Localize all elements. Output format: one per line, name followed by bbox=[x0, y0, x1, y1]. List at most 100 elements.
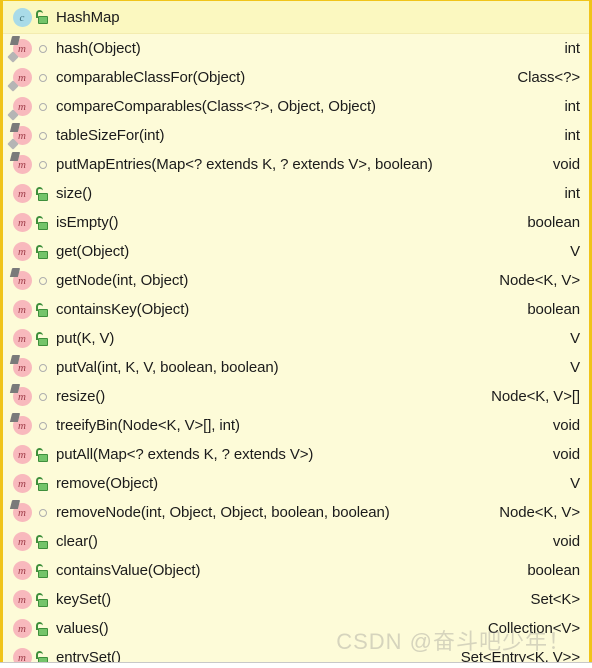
method-icon: m bbox=[11, 647, 33, 662]
dot-private-icon bbox=[34, 156, 51, 174]
member-type-label: V bbox=[570, 243, 580, 260]
static-marker-icon bbox=[9, 123, 20, 132]
method-icon: m bbox=[11, 299, 33, 321]
class-name-label: HashMap bbox=[56, 8, 120, 26]
member-type-label: Collection<V> bbox=[487, 620, 580, 637]
member-type-label: boolean bbox=[527, 562, 580, 579]
member-row[interactable]: m hash(Object) int bbox=[3, 34, 589, 63]
method-icon: m bbox=[11, 241, 33, 263]
member-name-label: treeifyBin(Node<K, V>[], int) bbox=[56, 417, 240, 434]
static-marker-icon bbox=[9, 413, 20, 422]
member-row[interactable]: m get(Object) V bbox=[3, 237, 589, 266]
method-icon: m bbox=[9, 268, 33, 292]
method-icon: m bbox=[11, 589, 33, 611]
static-marker-icon bbox=[9, 355, 20, 364]
member-name-label: putVal(int, K, V, boolean, boolean) bbox=[56, 359, 279, 376]
member-type-label: int bbox=[564, 127, 580, 144]
dot-private-icon bbox=[34, 359, 51, 377]
lock-open-icon bbox=[34, 591, 51, 609]
member-type-label: int bbox=[564, 185, 580, 202]
method-icon: m bbox=[9, 152, 33, 176]
member-name-label: values() bbox=[56, 620, 109, 637]
member-type-label: Node<K, V> bbox=[499, 272, 580, 289]
member-type-label: int bbox=[564, 40, 580, 57]
dot-private-icon bbox=[34, 127, 51, 145]
member-row[interactable]: m size() int bbox=[3, 179, 589, 208]
member-row[interactable]: m containsValue(Object) boolean bbox=[3, 556, 589, 585]
method-icon: m bbox=[9, 384, 33, 408]
lock-open-icon bbox=[34, 475, 51, 493]
member-row[interactable]: m keySet() Set<K> bbox=[3, 585, 589, 614]
member-type-label: Node<K, V>[] bbox=[491, 388, 580, 405]
method-icon: m bbox=[11, 328, 33, 350]
member-row[interactable]: m getNode(int, Object) Node<K, V> bbox=[3, 266, 589, 295]
method-icon: m bbox=[6, 96, 33, 121]
member-row[interactable]: m compareComparables(Class<?>, Object, Ob… bbox=[3, 92, 589, 121]
method-icon: m bbox=[6, 67, 33, 92]
member-name-label: getNode(int, Object) bbox=[56, 272, 189, 289]
member-row[interactable]: m putVal(int, K, V, boolean, boolean) V bbox=[3, 353, 589, 382]
final-marker-icon bbox=[6, 51, 19, 63]
method-icon: m bbox=[9, 355, 33, 379]
lock-open-icon bbox=[34, 562, 51, 580]
member-name-label: put(K, V) bbox=[56, 330, 115, 347]
member-name-label: compareComparables(Class<?>, Object, Obj… bbox=[56, 98, 376, 115]
dot-private-icon bbox=[34, 40, 51, 58]
static-marker-icon bbox=[9, 500, 20, 509]
member-name-label: tableSizeFor(int) bbox=[56, 127, 165, 144]
lock-open-icon bbox=[34, 243, 51, 261]
member-row[interactable]: m put(K, V) V bbox=[3, 324, 589, 353]
member-type-label: Set<K> bbox=[530, 591, 581, 608]
dot-private-icon bbox=[34, 388, 51, 406]
member-type-label: void bbox=[552, 446, 580, 463]
method-icon: m bbox=[11, 212, 33, 234]
member-row[interactable]: m entrySet() Set<Entry<K, V>> bbox=[3, 643, 589, 662]
member-name-label: clear() bbox=[56, 533, 98, 550]
member-type-label: boolean bbox=[527, 214, 580, 231]
member-name-label: containsValue(Object) bbox=[56, 562, 201, 579]
dot-private-icon bbox=[34, 504, 51, 522]
member-row[interactable]: m resize() Node<K, V>[] bbox=[3, 382, 589, 411]
member-name-label: isEmpty() bbox=[56, 214, 119, 231]
method-icon: m bbox=[11, 531, 33, 553]
structure-popup[interactable]: c HashMap m hash(Object) int m comparableCla… bbox=[0, 0, 592, 662]
static-marker-icon bbox=[9, 268, 20, 277]
member-row[interactable]: m comparableClassFor(Object) Class<?> bbox=[3, 63, 589, 92]
member-type-label: void bbox=[552, 417, 580, 434]
member-row[interactable]: m clear() void bbox=[3, 527, 589, 556]
panel-bottom-edge bbox=[0, 662, 592, 668]
dot-private-icon bbox=[34, 272, 51, 290]
member-name-label: remove(Object) bbox=[56, 475, 158, 492]
member-row[interactable]: m values() Collection<V> bbox=[3, 614, 589, 643]
member-row[interactable]: m treeifyBin(Node<K, V>[], int) void bbox=[3, 411, 589, 440]
member-name-label: removeNode(int, Object, Object, boolean,… bbox=[56, 504, 390, 521]
method-icon: m bbox=[9, 413, 33, 437]
member-name-label: get(Object) bbox=[56, 243, 130, 260]
final-marker-icon bbox=[6, 109, 19, 121]
member-type-label: Node<K, V> bbox=[499, 504, 580, 521]
member-type-label: void bbox=[552, 533, 580, 550]
member-row[interactable]: m isEmpty() boolean bbox=[3, 208, 589, 237]
lock-open-icon bbox=[34, 214, 51, 232]
member-row[interactable]: m remove(Object) V bbox=[3, 469, 589, 498]
method-icon: m bbox=[6, 123, 33, 150]
member-name-label: comparableClassFor(Object) bbox=[56, 69, 246, 86]
lock-open-icon bbox=[34, 533, 51, 551]
member-type-label: boolean bbox=[527, 301, 580, 318]
member-type-label: int bbox=[564, 98, 580, 115]
member-row[interactable]: m putAll(Map<? extends K, ? extends V>) vo… bbox=[3, 440, 589, 469]
method-icon: m bbox=[11, 473, 33, 495]
member-row[interactable]: m putMapEntries(Map<? extends K, ? extend… bbox=[3, 150, 589, 179]
dot-private-icon bbox=[34, 98, 51, 116]
structure-header-row[interactable]: c HashMap bbox=[3, 1, 589, 34]
lock-open-icon bbox=[34, 620, 51, 638]
member-row[interactable]: m tableSizeFor(int) int bbox=[3, 121, 589, 150]
member-rows-host: m hash(Object) int m comparableClassFor(Obje… bbox=[3, 34, 589, 662]
member-type-label: V bbox=[570, 359, 580, 376]
member-row[interactable]: m removeNode(int, Object, Object, boolean… bbox=[3, 498, 589, 527]
lock-open-icon bbox=[34, 446, 51, 464]
method-icon: m bbox=[11, 618, 33, 640]
lock-open-icon bbox=[34, 330, 51, 348]
member-row[interactable]: m containsKey(Object) boolean bbox=[3, 295, 589, 324]
member-type-label: Set<Entry<K, V>> bbox=[460, 649, 580, 662]
